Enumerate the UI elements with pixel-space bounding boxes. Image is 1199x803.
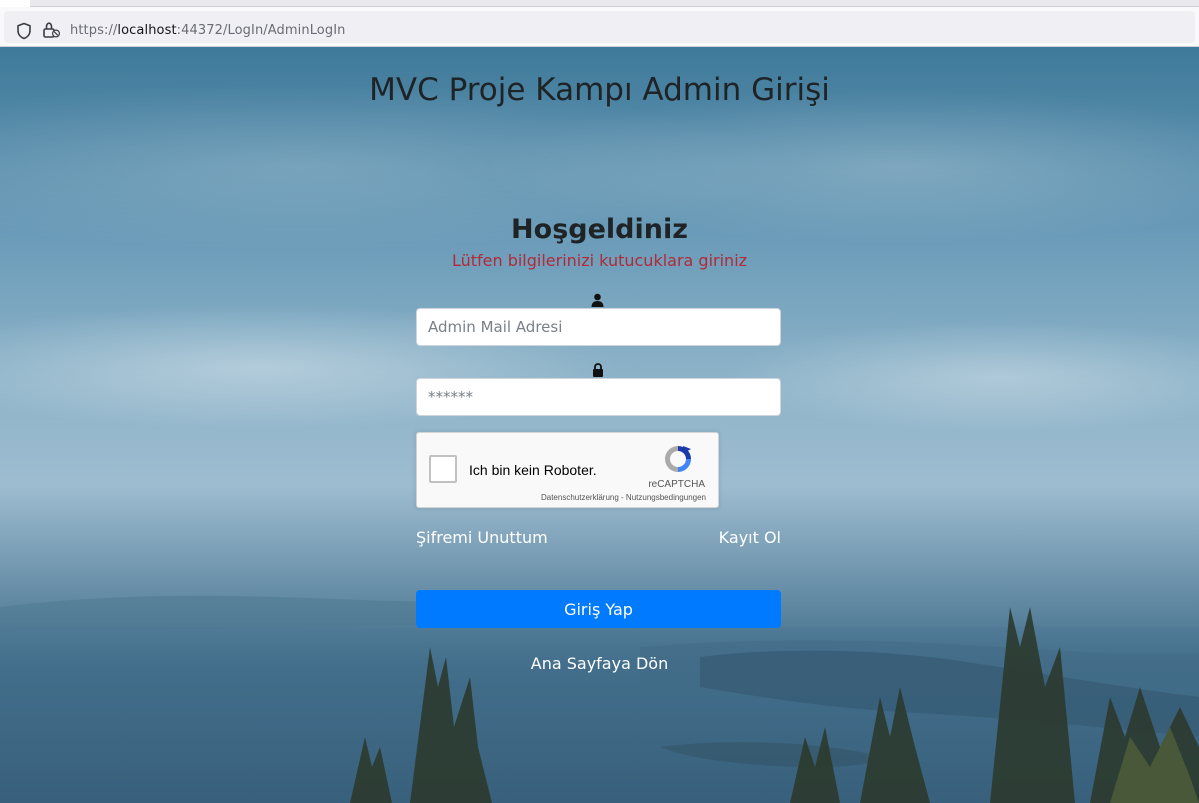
- url-prefix: https://: [70, 23, 118, 38]
- admin-mail-input[interactable]: [416, 308, 781, 346]
- background-landscape: [0, 595, 1199, 803]
- instruction-text: Lütfen bilgilerinizi kutucuklara giriniz: [451, 251, 748, 270]
- lock-icon[interactable]: [42, 21, 61, 43]
- recaptcha-links: Datenschutzerklärung - Nutzungsbedingung…: [541, 493, 706, 502]
- recaptcha-widget: Ich bin kein Roboter. reCAPTCHA Datensch…: [416, 432, 719, 508]
- login-button[interactable]: Giriş Yap: [416, 590, 781, 628]
- forgot-password-link[interactable]: Şifremi Unuttum: [416, 528, 548, 547]
- terms-link[interactable]: Nutzungsbedingungen: [626, 493, 706, 502]
- register-link[interactable]: Kayıt Ol: [719, 528, 781, 547]
- address-bar[interactable]: https://localhost:44372/LogIn/AdminLogIn: [4, 11, 1195, 43]
- url-text[interactable]: https://localhost:44372/LogIn/AdminLogIn: [70, 23, 345, 38]
- recaptcha-brand: reCAPTCHA: [648, 479, 705, 490]
- home-link[interactable]: Ana Sayfaya Dön: [531, 654, 668, 673]
- privacy-link[interactable]: Datenschutzerklärung: [541, 493, 619, 502]
- recaptcha-label: Ich bin kein Roboter.: [469, 462, 597, 478]
- recaptcha-checkbox[interactable]: [429, 455, 457, 483]
- recaptcha-logo-icon: [661, 443, 695, 479]
- browser-tab-strip: [0, 0, 1199, 7]
- url-path: :44372/LogIn/AdminLogIn: [176, 23, 346, 38]
- welcome-heading: Hoşgeldiniz: [511, 214, 688, 245]
- link-separator: -: [618, 493, 626, 502]
- url-host: localhost: [117, 23, 177, 38]
- page-title: MVC Proje Kampı Admin Girişi: [369, 72, 830, 108]
- active-tab[interactable]: [0, 0, 30, 7]
- shield-icon[interactable]: [16, 22, 32, 44]
- login-page: MVC Proje Kampı Admin Girişi Hoşgeldiniz…: [0, 47, 1199, 803]
- browser-toolbar: https://localhost:44372/LogIn/AdminLogIn: [0, 7, 1199, 47]
- password-input[interactable]: [416, 378, 781, 416]
- home-link-row: Ana Sayfaya Dön: [0, 654, 1199, 673]
